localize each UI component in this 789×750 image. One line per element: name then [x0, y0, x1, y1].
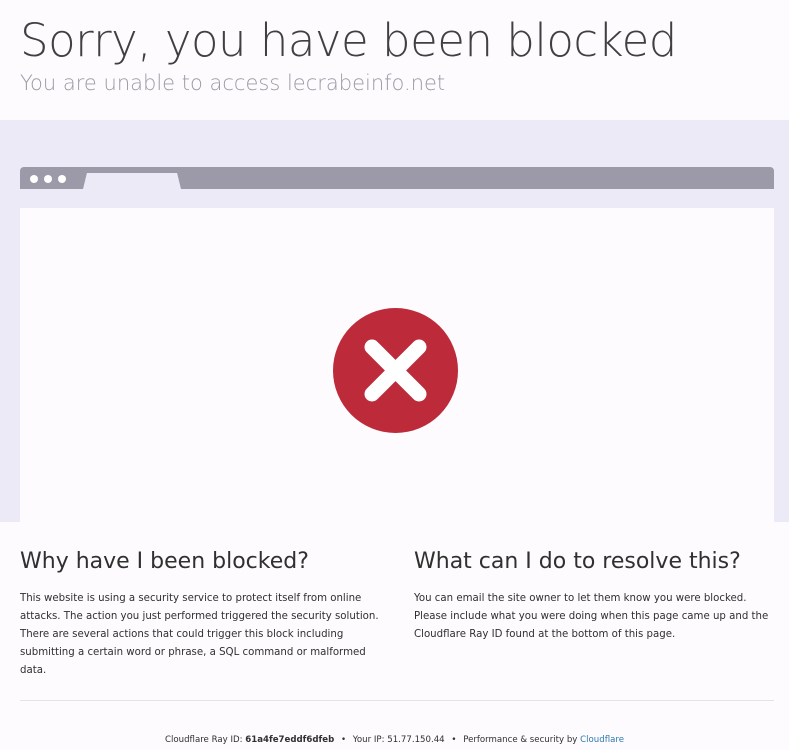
ip-label: Your IP:	[352, 735, 385, 745]
footer: Cloudflare Ray ID: 61a4fe7eddf6dfeb • Yo…	[0, 733, 789, 747]
resolve-heading: What can I do to resolve this?	[414, 549, 741, 574]
why-blocked-text: This website is using a security service…	[20, 593, 379, 676]
ip-value: 51.77.150.44	[387, 735, 445, 745]
window-dot-icon	[58, 175, 66, 183]
resolve-text: You can email the site owner to let them…	[414, 593, 769, 640]
footer-separator: •	[451, 735, 457, 745]
header: Sorry, you have been blocked You are una…	[0, 0, 789, 120]
info-columns: Why have I been blocked? This website is…	[0, 522, 789, 702]
why-blocked-heading: Why have I been blocked?	[20, 549, 309, 574]
window-dot-icon	[30, 175, 38, 183]
cloudflare-link[interactable]: Cloudflare	[580, 735, 624, 745]
resolve-section: What can I do to resolve this? You can e…	[414, 548, 774, 644]
page-subtitle: You are unable to access lecrabeinfo.net	[20, 71, 446, 95]
footer-divider	[20, 700, 774, 701]
window-dot-icon	[44, 175, 52, 183]
error-x-icon	[333, 308, 458, 433]
page-title: Sorry, you have been blocked	[20, 14, 677, 67]
ray-id-label: Cloudflare Ray ID:	[164, 735, 243, 745]
browser-tab	[83, 173, 181, 189]
ray-id-value: 61a4fe7eddf6dfeb	[245, 735, 335, 745]
footer-separator: •	[340, 735, 347, 745]
performance-label: Performance & security by	[463, 735, 578, 745]
why-blocked-section: Why have I been blocked? This website is…	[20, 548, 380, 680]
